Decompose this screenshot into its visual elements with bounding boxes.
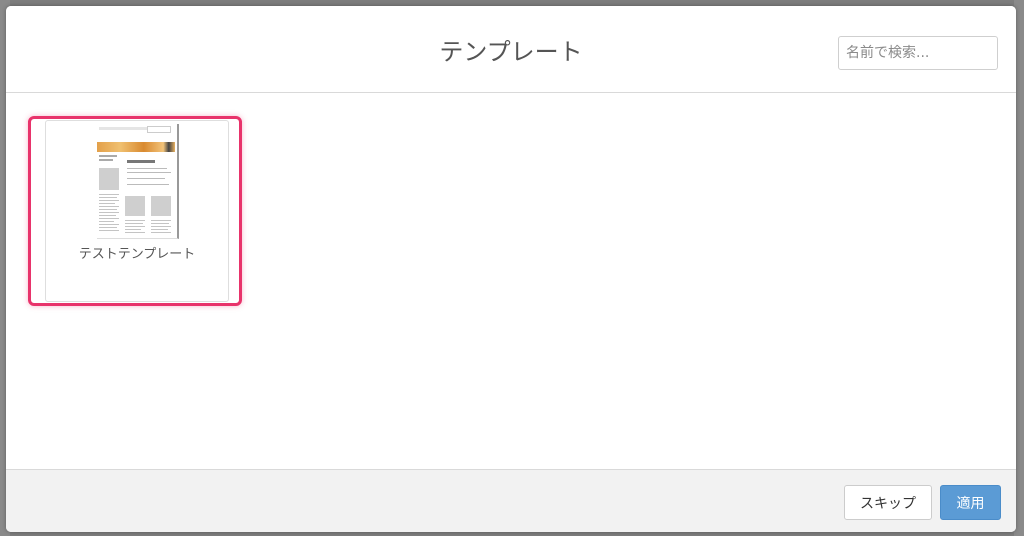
thumbnail-text-line	[99, 203, 115, 204]
thumbnail-text-line	[99, 215, 116, 216]
thumbnail-text-line	[125, 226, 145, 227]
thumbnail-text-line	[151, 229, 168, 230]
template-card[interactable]: テストテンプレート	[45, 120, 229, 302]
thumbnail-text-line	[99, 194, 119, 195]
thumbnail-text-line	[127, 168, 167, 169]
thumbnail-text-line	[99, 212, 119, 213]
modal-header: テンプレート	[6, 6, 1016, 93]
skip-button[interactable]: スキップ	[844, 485, 932, 520]
template-thumbnail	[97, 124, 179, 239]
thumbnail-text-line	[99, 221, 114, 222]
thumbnail-text-line	[125, 223, 143, 224]
thumbnail-text-line	[151, 226, 171, 227]
thumbnail-text-line	[151, 232, 171, 233]
thumbnail-heading	[127, 160, 155, 163]
thumbnail-header-box	[147, 126, 171, 133]
thumbnail-text-line	[125, 220, 145, 221]
thumbnail-text-line	[127, 184, 169, 185]
thumbnail-side-text	[99, 159, 113, 161]
thumbnail-text-line	[125, 229, 141, 230]
thumbnail-text-line	[99, 197, 117, 198]
thumbnail-text-line	[99, 224, 119, 225]
search-input[interactable]	[838, 36, 998, 70]
thumbnail-text-line	[99, 218, 119, 219]
thumbnail-text-line	[127, 172, 171, 173]
thumbnail-text-line	[127, 178, 165, 179]
modal-footer: スキップ 適用	[6, 469, 1016, 532]
thumbnail-text-line	[99, 206, 119, 207]
thumbnail-image-placeholder	[151, 196, 171, 216]
thumbnail-banner	[97, 142, 175, 152]
thumbnail-text-line	[151, 220, 171, 221]
apply-button[interactable]: 適用	[940, 485, 1001, 520]
thumbnail-text-line	[125, 232, 145, 233]
thumbnail-image-placeholder	[125, 196, 145, 216]
thumbnail-text-line	[99, 209, 117, 210]
thumbnail-text-line	[99, 230, 119, 231]
thumbnail-side-text	[99, 155, 117, 157]
thumbnail-text-line	[99, 227, 117, 228]
thumbnail-text-line	[99, 200, 119, 201]
template-card-label: テストテンプレート	[78, 247, 196, 262]
thumbnail-text-line	[151, 223, 169, 224]
thumbnail-image-placeholder	[99, 168, 119, 190]
